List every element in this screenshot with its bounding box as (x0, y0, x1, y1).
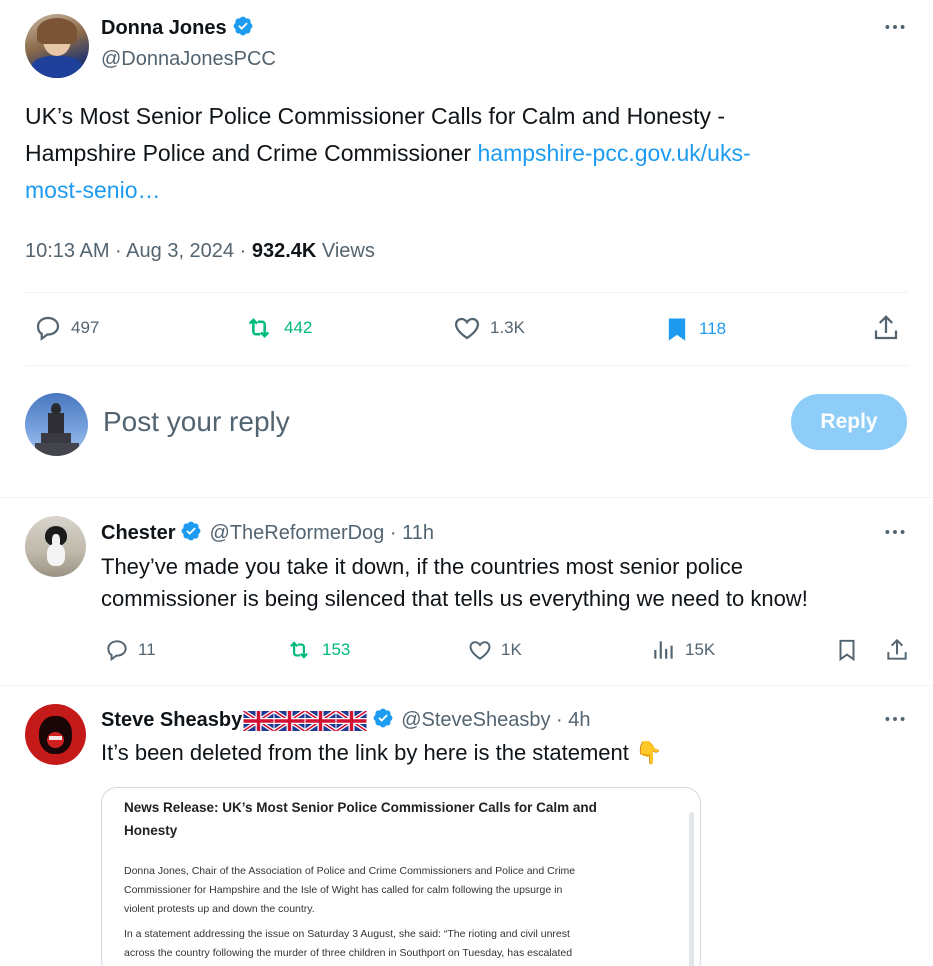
like-count: 1K (501, 640, 522, 659)
like-count: 1.3K (490, 318, 525, 337)
like-action[interactable]: 1.3K (452, 313, 525, 343)
reply-icon (107, 640, 127, 662)
flag-emojis (243, 710, 368, 731)
uk-flag-icon (274, 710, 306, 731)
reply-avatar[interactable] (25, 516, 86, 577)
heart-icon (454, 317, 480, 340)
author-name[interactable]: Donna Jones (101, 17, 227, 40)
reply-repost-action[interactable]: 153 (284, 637, 350, 663)
reply-placeholder: Post your reply (103, 406, 290, 437)
reply-author-name[interactable]: Chester (101, 522, 175, 545)
bookmark-filled-icon (668, 318, 686, 341)
reply-author-handle[interactable]: @SteveSheasby · 4h (401, 709, 590, 732)
share-action[interactable] (871, 313, 909, 343)
verified-badge-icon (180, 520, 202, 547)
uk-flag-icon (305, 710, 337, 731)
author-avatar[interactable] (25, 14, 89, 78)
heart-icon (469, 641, 491, 660)
bookmark-action[interactable]: 118 (663, 313, 726, 345)
more-options-icon[interactable] (882, 14, 908, 46)
reply-button-label: Reply (820, 410, 878, 433)
bookmark-count: 118 (699, 319, 727, 338)
document-scrollbar (689, 812, 694, 966)
reply-reply-action[interactable]: 11 (104, 637, 156, 663)
reply-author-name[interactable]: Steve Sheasby (101, 709, 242, 732)
reply-action[interactable]: 497 (33, 313, 99, 343)
views-chart-icon (654, 641, 673, 659)
reply-bookmark-action[interactable] (834, 636, 868, 664)
document-title: News Release: UK’s Most Senior Police Co… (124, 800, 597, 838)
views-label: Views (316, 240, 375, 262)
attached-image[interactable]: News Release: UK’s Most Senior Police Co… (101, 787, 701, 966)
reply-views-action[interactable]: 15K (651, 637, 715, 663)
verified-badge-icon (372, 707, 394, 734)
author-handle[interactable]: @DonnaJonesPCC (101, 48, 276, 71)
reply-icon (36, 316, 60, 341)
reply-text: It’s been deleted from the link by here … (101, 740, 663, 765)
repost-action[interactable]: 442 (242, 313, 312, 343)
reply-author-handle[interactable]: @TheReformerDog · 11h (209, 522, 433, 545)
share-icon (874, 315, 898, 340)
tweet-meta: 10:13 AM · Aug 3, 2024 · 932.4K Views (25, 240, 375, 263)
document-paragraph: Donna Jones, Chair of the Association of… (124, 865, 576, 915)
my-avatar[interactable] (25, 393, 88, 456)
views-count: 932.4K (251, 240, 317, 262)
reply-like-action[interactable]: 1K (467, 637, 522, 663)
tweet-link-continued[interactable]: most-senio… (25, 177, 160, 203)
share-icon (887, 638, 907, 660)
pointing-down-emoji: 👇 (635, 740, 663, 765)
reply-count: 11 (138, 640, 156, 659)
tweet-text: UK’s Most Senior Police Commissioner Cal… (25, 103, 751, 203)
repost-count: 442 (284, 318, 313, 337)
timestamp[interactable]: 10:13 AM · Aug 3, 2024 · (25, 240, 252, 262)
reply-text: They’ve made you take it down, if the co… (101, 554, 808, 611)
reply-avatar[interactable] (25, 704, 86, 765)
reply-button[interactable]: Reply (791, 394, 907, 450)
views-count: 15K (685, 640, 716, 659)
reply-share-action[interactable] (884, 636, 918, 664)
reply-more-options-icon[interactable] (882, 519, 908, 551)
reply-more-options-icon[interactable] (882, 706, 908, 738)
verified-badge-icon (232, 15, 254, 42)
uk-flag-icon (243, 710, 275, 731)
document-paragraph: In a statement addressing the issue on S… (124, 928, 573, 959)
repost-icon (248, 318, 270, 338)
repost-count: 153 (322, 640, 351, 659)
repost-icon (290, 641, 308, 659)
uk-flag-icon (336, 710, 368, 731)
tweet-link[interactable]: hampshire-pcc.gov.uk/uks- (477, 140, 750, 166)
reply-composer-input[interactable]: Post your reply (103, 402, 743, 446)
bookmark-icon (839, 639, 855, 662)
reply-count: 497 (71, 318, 100, 337)
